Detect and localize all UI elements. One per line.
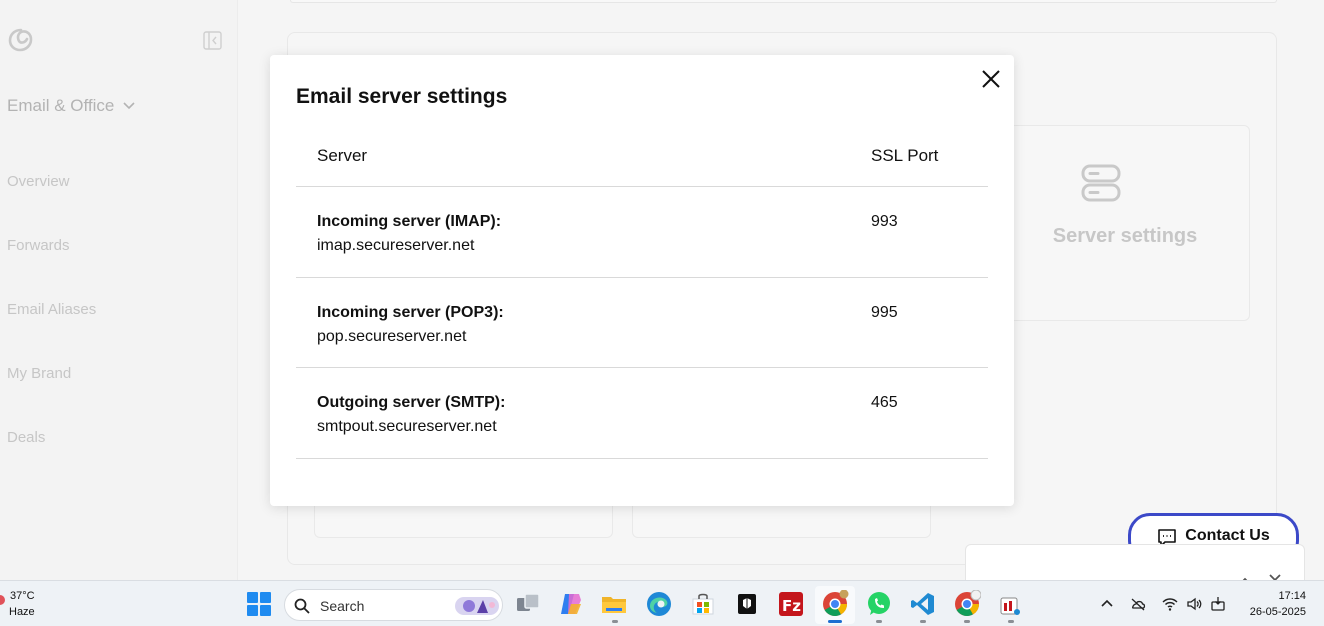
chevron-up-icon[interactable]	[1099, 596, 1115, 612]
battery-icon[interactable]	[1210, 596, 1226, 612]
column-header-server: Server	[317, 146, 368, 165]
server-port: 465	[871, 394, 898, 411]
email-server-settings-modal: Email server settings Server SSL Port In…	[270, 55, 1014, 506]
svg-text:Fz: Fz	[782, 597, 801, 615]
running-indicator	[964, 620, 970, 623]
server-label: Outgoing server (SMTP):	[317, 394, 506, 411]
search-icon	[294, 598, 310, 614]
copilot-icon[interactable]	[557, 590, 585, 618]
weather-temperature: 37°C	[10, 590, 35, 602]
file-explorer-icon[interactable]	[600, 590, 628, 618]
microsoft-store-icon[interactable]	[689, 590, 717, 618]
clock-time[interactable]: 17:14	[1250, 590, 1306, 602]
server-port: 995	[871, 303, 898, 321]
top-panel	[290, 0, 1277, 3]
server-settings-table: Server SSL Port Incoming server (IMAP): …	[296, 135, 988, 459]
task-view-icon[interactable]	[514, 590, 542, 618]
table-header: Server SSL Port	[296, 135, 988, 187]
active-indicator	[828, 620, 842, 623]
chrome-icon[interactable]	[821, 589, 849, 618]
sidebar: Email & Office Overview Forwards Email A…	[0, 0, 238, 580]
server-settings-card[interactable]: Server settings	[1000, 125, 1250, 321]
wifi-icon[interactable]	[1162, 596, 1178, 612]
taskbar-search[interactable]: Search	[284, 589, 503, 621]
sidebar-item-email-aliases[interactable]: Email Aliases	[7, 301, 96, 318]
table-row: Incoming server (IMAP): imap.secureserve…	[296, 187, 988, 278]
server-host: imap.secureserver.net	[317, 237, 475, 254]
server-label: Incoming server (POP3):	[317, 303, 504, 321]
weather-widget[interactable]: 37°C Haze	[0, 589, 60, 621]
godaddy-logo-icon[interactable]	[6, 26, 36, 54]
running-indicator	[612, 620, 618, 623]
product-switcher[interactable]: Email & Office	[7, 96, 136, 116]
modal-title: Email server settings	[296, 85, 508, 108]
table-row: Outgoing server (SMTP): smtpout.securese…	[296, 368, 988, 459]
close-icon[interactable]	[979, 67, 1003, 91]
contact-us-label: Contact Us	[1185, 527, 1270, 544]
search-highlight-icon	[455, 597, 499, 615]
running-indicator	[876, 620, 882, 623]
vscode-icon[interactable]	[909, 590, 937, 618]
terminal-app-icon[interactable]	[733, 590, 761, 618]
snipping-tool-icon[interactable]	[997, 590, 1025, 618]
chat-popup	[965, 544, 1305, 586]
product-switcher-label: Email & Office	[7, 96, 115, 115]
windows-start-icon[interactable]	[245, 590, 273, 618]
chevron-down-icon	[123, 102, 135, 110]
chrome-profile-icon[interactable]	[953, 589, 982, 618]
server-host: smtpout.secureserver.net	[317, 418, 497, 435]
collapse-sidebar-icon[interactable]	[203, 31, 222, 50]
weather-condition: Haze	[9, 606, 35, 618]
running-indicator	[1008, 620, 1014, 623]
server-settings-card-title: Server settings	[1052, 225, 1198, 247]
column-header-ssl-port: SSL Port	[871, 146, 939, 165]
sidebar-item-forwards[interactable]: Forwards	[7, 237, 70, 254]
whatsapp-icon[interactable]	[865, 590, 893, 618]
table-row: Incoming server (POP3): pop.secureserver…	[296, 278, 988, 368]
server-host: pop.secureserver.net	[317, 327, 467, 345]
sidebar-item-overview[interactable]: Overview	[7, 173, 70, 190]
sidebar-item-deals[interactable]: Deals	[7, 429, 45, 446]
windows-taskbar: 37°C Haze Search Fz 17:14 26-05-2025	[0, 580, 1324, 626]
weather-icon	[0, 595, 5, 605]
onedrive-off-icon[interactable]	[1130, 596, 1146, 612]
search-label: Search	[320, 598, 365, 614]
server-icon	[1081, 164, 1121, 202]
sidebar-item-my-brand[interactable]: My Brand	[7, 365, 71, 382]
server-label: Incoming server (IMAP):	[317, 213, 502, 230]
edge-browser-icon[interactable]	[645, 590, 673, 618]
clock-date[interactable]: 26-05-2025	[1240, 606, 1306, 618]
filezilla-icon[interactable]: Fz	[777, 590, 805, 618]
volume-icon[interactable]	[1186, 596, 1202, 612]
running-indicator	[920, 620, 926, 623]
server-port: 993	[871, 213, 898, 230]
